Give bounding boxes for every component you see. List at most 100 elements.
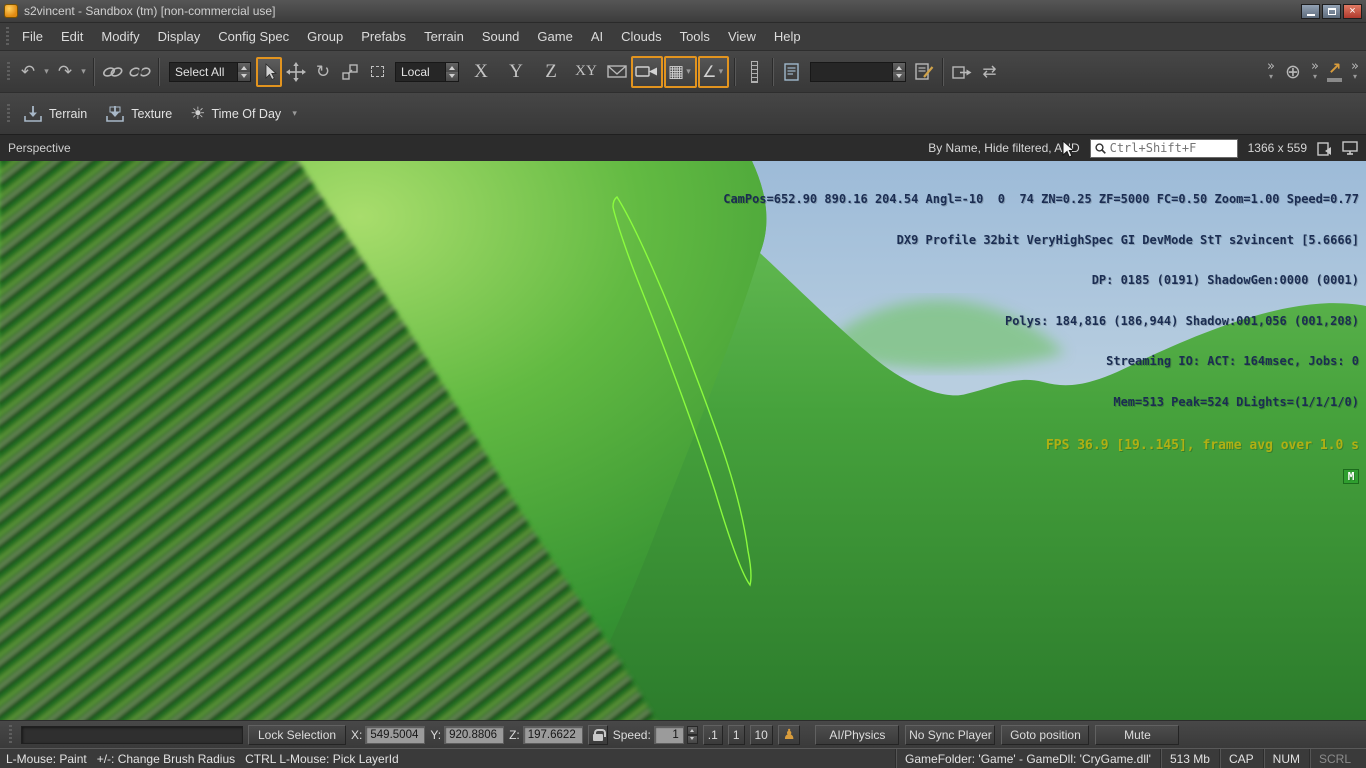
menu-file[interactable]: File (13, 23, 52, 50)
stats-line: Polys: 184,816 (186,944) Shadow:001,056 … (1004, 313, 1359, 328)
axis-x-button[interactable]: X (464, 57, 498, 87)
spinner[interactable] (892, 62, 906, 81)
z-value-field[interactable]: 197.6622 (522, 725, 583, 744)
minimize-button[interactable] (1301, 3, 1320, 19)
overflow-chevron-icon: » (1311, 58, 1319, 74)
export-object-button[interactable] (949, 57, 975, 87)
time-of-day-button[interactable]: ☀ Time Of Day (181, 98, 290, 130)
sandbox-editor-window: s2vincent - Sandbox (tm) [non-commercial… (0, 0, 1366, 768)
terrain-import-icon (24, 105, 42, 122)
menu-modify[interactable]: Modify (92, 23, 148, 50)
toolbar-overflow-button[interactable]: » ▾ (1307, 58, 1323, 82)
coord-system-combo[interactable]: Local (395, 61, 459, 82)
sync-objects-button[interactable]: ⇄ (976, 57, 1002, 87)
menu-edit[interactable]: Edit (52, 23, 92, 50)
menu-view[interactable]: View (719, 23, 765, 50)
mute-button[interactable]: Mute (1095, 724, 1180, 745)
y-value-field[interactable]: 920.8806 (444, 725, 505, 744)
ruler-button[interactable] (741, 57, 767, 87)
overflow-chevron-icon: » (1351, 58, 1359, 74)
separator (772, 57, 775, 86)
scale-tool-button[interactable] (337, 57, 363, 87)
speed-preset-01-button[interactable]: .1 (702, 724, 723, 745)
menu-config-spec[interactable]: Config Spec (209, 23, 298, 50)
sun-icon: ☀ (190, 103, 206, 124)
x-coordinate: X: 549.5004 (351, 725, 426, 744)
screenshot-icon (1317, 141, 1331, 156)
redo-button[interactable]: ↷ (52, 57, 78, 87)
unlink-objects-button[interactable] (127, 57, 153, 87)
snap-grid-dropdown[interactable]: ▾ (684, 57, 693, 87)
search-input[interactable] (1109, 141, 1220, 155)
link-objects-button[interactable] (100, 57, 126, 87)
viewport-mode-label[interactable]: Perspective (8, 141, 71, 155)
ai-physics-button[interactable]: AI/Physics (815, 724, 900, 745)
no-sync-player-button[interactable]: No Sync Player (905, 724, 996, 745)
undo-dropdown[interactable]: ▾ (42, 57, 51, 87)
redo-dropdown[interactable]: ▾ (79, 57, 88, 87)
overflow-caret-icon: ▾ (1268, 71, 1273, 81)
select-tool-button[interactable] (256, 56, 282, 87)
layer-combo[interactable] (810, 61, 907, 82)
speed-label: Speed: (612, 727, 651, 742)
follow-terrain-button[interactable] (604, 57, 630, 87)
undo-button[interactable]: ↶ (15, 57, 41, 87)
selection-filter-combo[interactable]: Select All (169, 61, 251, 82)
menu-help[interactable]: Help (765, 23, 810, 50)
bottom-toolbar: Lock Selection X: 549.5004 Y: 920.8806 Z… (0, 720, 1366, 748)
axis-y-button[interactable]: Y (499, 57, 533, 87)
texture-editor-button[interactable]: Texture (96, 98, 181, 130)
app-logo-icon (4, 4, 18, 18)
select-area-tool-button[interactable] (364, 57, 390, 87)
menu-group[interactable]: Group (298, 23, 352, 50)
menu-tools[interactable]: Tools (671, 23, 719, 50)
spinner[interactable] (237, 62, 250, 81)
toolbar-overflow-button[interactable]: » ▾ (1347, 58, 1363, 82)
rotate-tool-button[interactable]: ↻ (310, 57, 336, 87)
stats-line: Mem=513 Peak=524 DLights=(1/1/1/0) (1113, 394, 1359, 409)
perspective-viewport[interactable]: CamPos=652.90 890.16 204.54 Angl=-10 0 7… (0, 161, 1366, 720)
shelf-dropdown[interactable]: ▾ (290, 99, 299, 129)
axis-z-button[interactable]: Z (534, 57, 568, 87)
lock-selection-button[interactable]: Lock Selection (248, 724, 347, 745)
restore-button[interactable] (1322, 3, 1341, 19)
menu-game[interactable]: Game (528, 23, 581, 50)
goto-position-button[interactable]: Goto position (1001, 724, 1090, 745)
terrain-editor-button[interactable]: Terrain (14, 98, 96, 130)
x-value-field[interactable]: 549.5004 (365, 725, 426, 744)
speed-preset-10-button[interactable]: 10 (749, 724, 773, 745)
texture-import-icon (106, 105, 125, 122)
selected-object-field[interactable] (21, 725, 243, 744)
layer-editor-button[interactable] (779, 57, 805, 87)
screenshot-button[interactable] (1317, 141, 1332, 156)
speed-value-field[interactable]: 1 (653, 725, 684, 744)
toolbar-overflow-button[interactable]: » ▾ (1263, 60, 1279, 82)
window-title: s2vincent - Sandbox (tm) [non-commercial… (24, 4, 276, 18)
separator (158, 57, 160, 86)
display-settings-button[interactable] (1342, 141, 1358, 155)
camera-snap-toggle[interactable] (631, 55, 663, 88)
goto-player-position-button[interactable]: ♟ (777, 724, 801, 745)
menu-clouds[interactable]: Clouds (612, 23, 670, 50)
edit-script-button[interactable] (911, 57, 937, 87)
close-button[interactable]: × (1343, 3, 1362, 19)
object-search-box[interactable] (1089, 138, 1238, 158)
goto-player-button[interactable]: ↗ (1324, 59, 1346, 85)
menu-sound[interactable]: Sound (473, 23, 529, 50)
spinner[interactable] (445, 62, 458, 81)
lock-axes-button[interactable] (587, 724, 608, 745)
speed-preset-1-button[interactable]: 1 (727, 724, 745, 745)
world-settings-button[interactable]: ⊕ (1280, 57, 1306, 87)
snap-angle-toggle[interactable]: ∠ ▾ (698, 55, 730, 88)
move-tool-button[interactable] (283, 57, 309, 87)
axis-xy-button[interactable]: XY (569, 57, 603, 87)
lock-icon (592, 728, 606, 741)
menu-ai[interactable]: AI (582, 23, 612, 50)
menu-prefabs[interactable]: Prefabs (352, 23, 415, 50)
menu-display[interactable]: Display (149, 23, 210, 50)
filter-mode-label[interactable]: By Name, Hide filtered, AND (928, 141, 1079, 155)
menu-terrain[interactable]: Terrain (415, 23, 473, 50)
snap-angle-dropdown[interactable]: ▾ (716, 57, 725, 87)
snap-to-grid-toggle[interactable]: ▦ ▾ (664, 55, 698, 88)
speed-spinner[interactable] (686, 725, 698, 744)
